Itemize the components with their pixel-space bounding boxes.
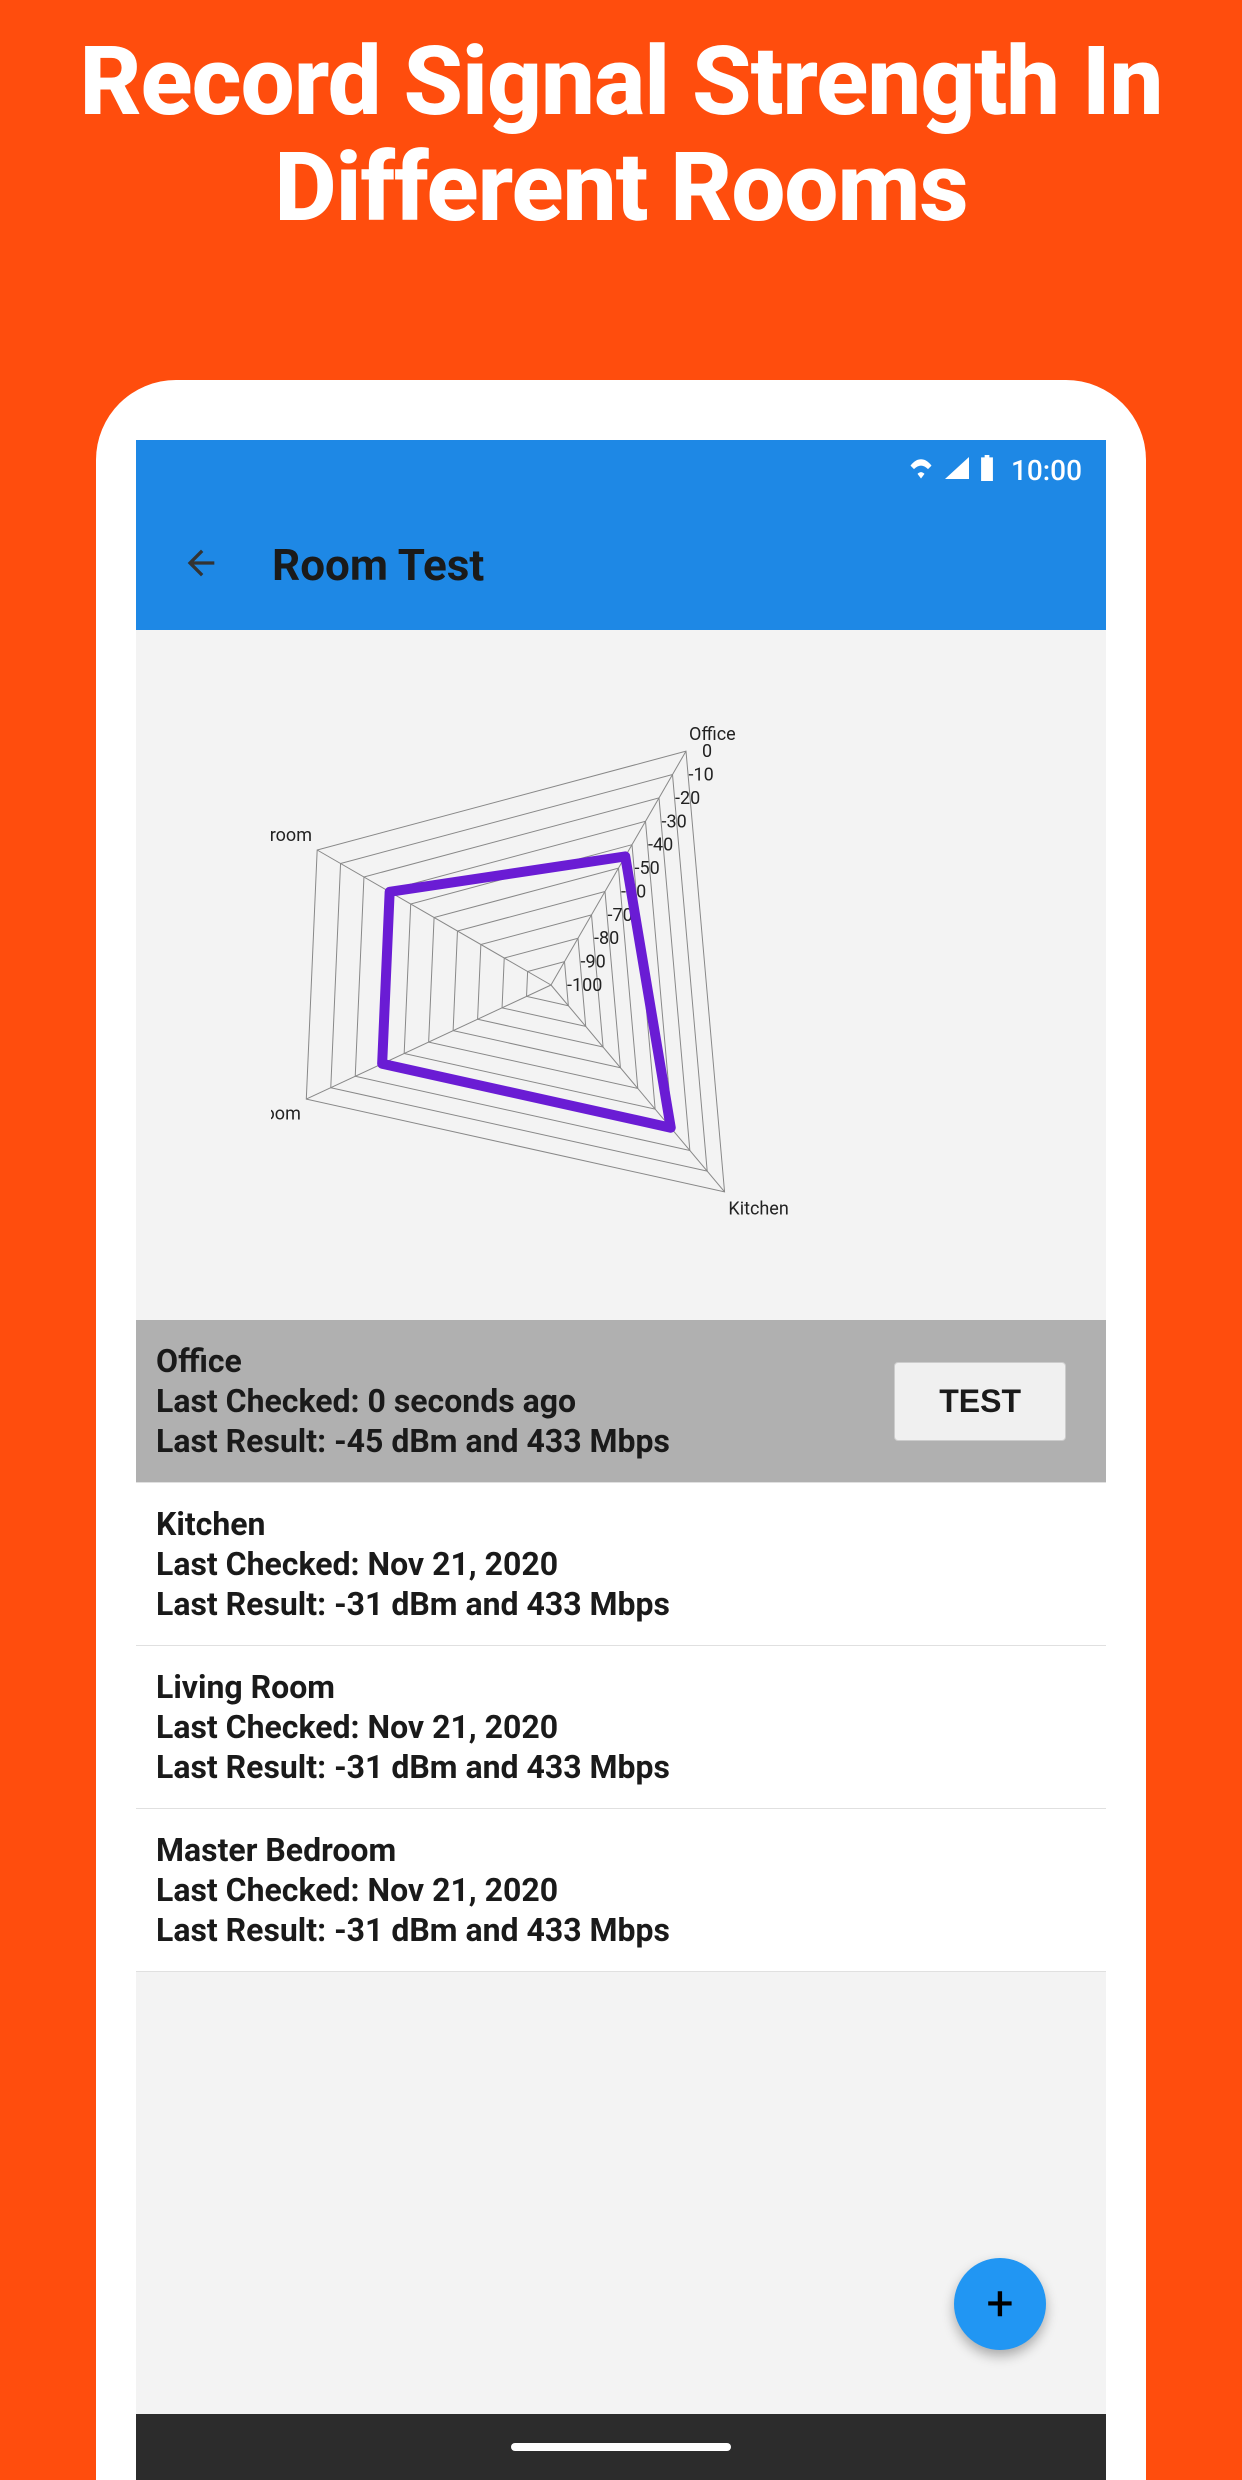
room-last-checked: Last Checked: 0 seconds ago [156,1382,670,1420]
radar-tick-label: -50 [635,858,660,879]
back-button[interactable] [176,540,226,590]
room-item-texts: OfficeLast Checked: 0 seconds agoLast Re… [156,1342,670,1460]
test-button[interactable]: TEST [894,1362,1066,1441]
radar-axis-label: Kitchen [728,1198,788,1219]
room-last-result: Last Result: -31 dBm and 433 Mbps [156,1911,670,1949]
room-last-checked: Last Checked: Nov 21, 2020 [156,1708,670,1746]
radar-axis-label: Office [689,724,736,745]
room-last-checked: Last Checked: Nov 21, 2020 [156,1871,670,1909]
radar-tick-label: -100 [567,975,602,996]
room-item-kitchen[interactable]: KitchenLast Checked: Nov 21, 2020Last Re… [136,1483,1106,1646]
room-item-master-bedroom[interactable]: Master BedroomLast Checked: Nov 21, 2020… [136,1809,1106,1972]
phone-screen: 10:00 Room Test 0-10-20-30-40-50-60-70-8… [136,440,1106,2480]
room-name: Kitchen [156,1505,670,1543]
room-last-result: Last Result: -45 dBm and 433 Mbps [156,1422,670,1460]
radar-tick-label: -20 [675,788,700,809]
radar-axis-label: Master Bedroom [271,825,312,846]
radar-container: 0-10-20-30-40-50-60-70-80-90-100OfficeKi… [271,685,971,1265]
radar-tick-label: -30 [662,811,687,832]
room-name: Master Bedroom [156,1831,670,1869]
radar-chart: 0-10-20-30-40-50-60-70-80-90-100OfficeKi… [136,630,1106,1320]
battery-icon [979,455,995,485]
room-last-result: Last Result: -31 dBm and 433 Mbps [156,1748,670,1786]
cellular-icon [945,457,969,483]
arrow-left-icon [181,543,221,587]
room-list: OfficeLast Checked: 0 seconds agoLast Re… [136,1320,1106,1972]
page-title: Room Test [272,539,484,591]
radar-tick-label: -40 [648,835,673,856]
room-name: Living Room [156,1668,670,1706]
room-item-living-room[interactable]: Living RoomLast Checked: Nov 21, 2020Las… [136,1646,1106,1809]
radar-tick-label: -80 [594,928,619,949]
room-last-result: Last Result: -31 dBm and 433 Mbps [156,1585,670,1623]
room-item-texts: Living RoomLast Checked: Nov 21, 2020Las… [156,1668,670,1786]
plus-icon: + [986,2280,1013,2328]
room-last-checked: Last Checked: Nov 21, 2020 [156,1545,670,1583]
room-name: Office [156,1342,670,1380]
radar-axis-label: Living Room [271,1104,301,1125]
status-time: 10:00 [1011,454,1082,487]
phone-frame: 10:00 Room Test 0-10-20-30-40-50-60-70-8… [96,380,1146,2480]
radar-tick-label: -10 [689,765,714,786]
nav-bar [136,2414,1106,2480]
room-item-texts: Master BedroomLast Checked: Nov 21, 2020… [156,1831,670,1949]
wifi-icon [907,457,935,483]
app-bar: Room Test [136,500,1106,630]
home-indicator[interactable] [511,2443,731,2451]
add-room-button[interactable]: + [954,2258,1046,2350]
status-bar: 10:00 [136,440,1106,500]
radar-svg: 0-10-20-30-40-50-60-70-80-90-100OfficeKi… [271,685,971,1265]
promo-title: Record Signal Strength In Different Room… [0,0,1242,241]
room-item-office[interactable]: OfficeLast Checked: 0 seconds agoLast Re… [136,1320,1106,1483]
radar-tick-label: -90 [581,952,606,973]
room-item-texts: KitchenLast Checked: Nov 21, 2020Last Re… [156,1505,670,1623]
